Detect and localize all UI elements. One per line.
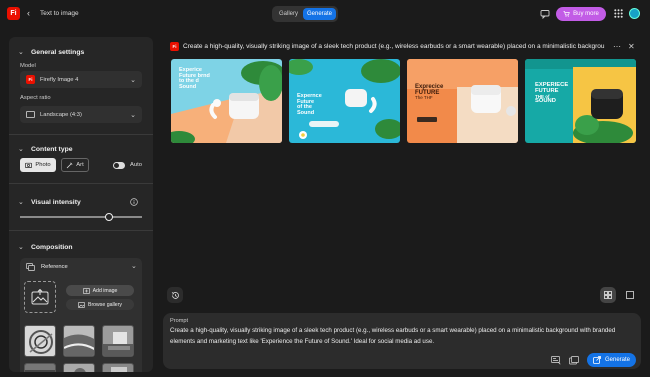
grid-view-icon (604, 291, 612, 299)
reference-icon (26, 263, 35, 271)
chevron-down-icon[interactable]: ⌄ (18, 198, 24, 206)
generated-image-4[interactable]: EXPERIECE FUTURE THE of SOUND (525, 59, 636, 143)
browse-gallery-button[interactable]: Browse gallery (66, 299, 134, 310)
cart-icon (563, 11, 570, 17)
content-type-photo-button[interactable]: Photo (20, 158, 56, 172)
art-brush-icon (66, 162, 73, 169)
image-reference-icon[interactable] (569, 356, 579, 365)
reference-thumbnail[interactable] (63, 363, 95, 372)
single-view-button[interactable] (622, 287, 638, 303)
aspect-ratio-select[interactable]: Landscape (4:3) ⌄ (20, 106, 142, 123)
aspect-ratio-icon (26, 111, 35, 118)
reference-thumbnail[interactable] (63, 325, 95, 357)
chevron-down-icon[interactable]: ⌄ (18, 145, 24, 153)
buy-more-label: Buy more (573, 11, 599, 17)
visual-intensity-title: Visual intensity (31, 199, 81, 206)
avatar[interactable] (629, 8, 640, 19)
more-options-icon[interactable]: ⋯ (613, 42, 621, 51)
divider (9, 183, 153, 184)
style-reference-icon[interactable] (551, 356, 561, 365)
model-select[interactable]: Fi Firefly Image 4 ⌄ (20, 71, 142, 88)
apps-grid-icon[interactable] (614, 9, 623, 18)
divider (9, 230, 153, 231)
reference-thumbnail[interactable] (102, 363, 134, 372)
close-icon[interactable]: ✕ (628, 42, 635, 51)
tab-gallery[interactable]: Gallery (275, 8, 302, 20)
chevron-down-icon[interactable]: ⌄ (18, 243, 24, 251)
generate-button[interactable]: Generate (587, 353, 636, 367)
history-icon (171, 291, 180, 300)
aspect-ratio-label: Aspect ratio (20, 95, 51, 101)
content-type-title: Content type (31, 146, 73, 153)
firefly-badge-icon: Fi (26, 75, 35, 84)
aspect-ratio-value: Landscape (4:3) (40, 111, 82, 118)
chevron-down-icon: ⌄ (130, 76, 136, 84)
headline-line: Sound (179, 83, 197, 90)
single-view-icon (626, 291, 634, 299)
history-button[interactable] (167, 287, 183, 303)
image-headline: Experice Future brnd to the d Sound (179, 67, 210, 90)
generated-image-1[interactable]: Experice Future brnd to the d Sound (171, 59, 282, 143)
feedback-icon[interactable] (540, 9, 550, 19)
chevron-down-icon[interactable]: ⌄ (18, 48, 24, 56)
reference-thumbnail[interactable] (102, 325, 134, 357)
generated-image-2[interactable]: Expernce Future of the Sound (289, 59, 400, 143)
image-headline: Exprecice FUTURE The THF (415, 84, 443, 101)
firefly-logo[interactable]: Fi (7, 7, 20, 20)
buy-more-button[interactable]: Buy more (556, 7, 606, 21)
chevron-down-icon: ⌄ (130, 111, 136, 119)
image-headline: EXPERIECE FUTURE THE of SOUND (535, 82, 568, 105)
auto-toggle[interactable] (113, 162, 125, 169)
prompt-label: Prompt (170, 318, 189, 324)
chevron-left-icon[interactable]: ‹ (27, 9, 30, 18)
image-headline: Expernce Future of the Sound (297, 93, 322, 116)
headline-line: SOUND (535, 98, 556, 105)
headline-line: Sound (297, 109, 315, 116)
generated-image-3[interactable]: Exprecice FUTURE The THF (407, 59, 518, 143)
generation-prompt-heading: Create a high-quality, visually striking… (183, 43, 605, 50)
add-image-icon (82, 287, 90, 294)
view-switcher: Gallery Generate (272, 6, 338, 22)
reference-label: Reference (41, 264, 68, 270)
add-image-label: Add image (92, 287, 118, 294)
reference-thumbnail[interactable] (24, 363, 56, 372)
grid-view-button[interactable] (600, 287, 616, 303)
generate-icon (593, 356, 601, 364)
content-type-art-button[interactable]: Art (61, 158, 89, 172)
general-settings-title: General settings (31, 49, 85, 56)
visual-intensity-slider-track[interactable] (20, 216, 142, 218)
composition-title: Composition (31, 244, 73, 251)
art-label: Art (76, 162, 84, 168)
prompt-input[interactable]: Create a high-quality, visually striking… (170, 326, 630, 347)
reference-thumbnail[interactable] (24, 325, 56, 357)
browse-gallery-label: Browse gallery (87, 301, 123, 308)
photo-label: Photo (35, 162, 51, 168)
tab-generate[interactable]: Generate (303, 8, 336, 20)
model-label: Model (20, 63, 36, 69)
firefly-badge-icon: Fi (170, 42, 179, 51)
camera-icon (25, 162, 33, 168)
auto-label: Auto (130, 162, 142, 168)
divider (9, 134, 153, 135)
chevron-down-icon[interactable]: ⌄ (131, 262, 137, 270)
visual-intensity-slider-thumb[interactable] (105, 213, 114, 221)
image-art-3 (407, 59, 518, 143)
generate-label: Generate (604, 357, 631, 363)
page-title: Text to image (40, 10, 79, 17)
add-image-button[interactable]: Add image (66, 285, 134, 296)
headline-line: The THF (415, 95, 433, 100)
model-value: Firefly Image 4 (40, 76, 79, 83)
gallery-icon (78, 301, 85, 308)
settings-sidebar: ⌄ General settings Model Fi Firefly Imag… (9, 37, 153, 372)
upload-image-icon (31, 289, 49, 305)
info-icon[interactable] (130, 198, 138, 206)
